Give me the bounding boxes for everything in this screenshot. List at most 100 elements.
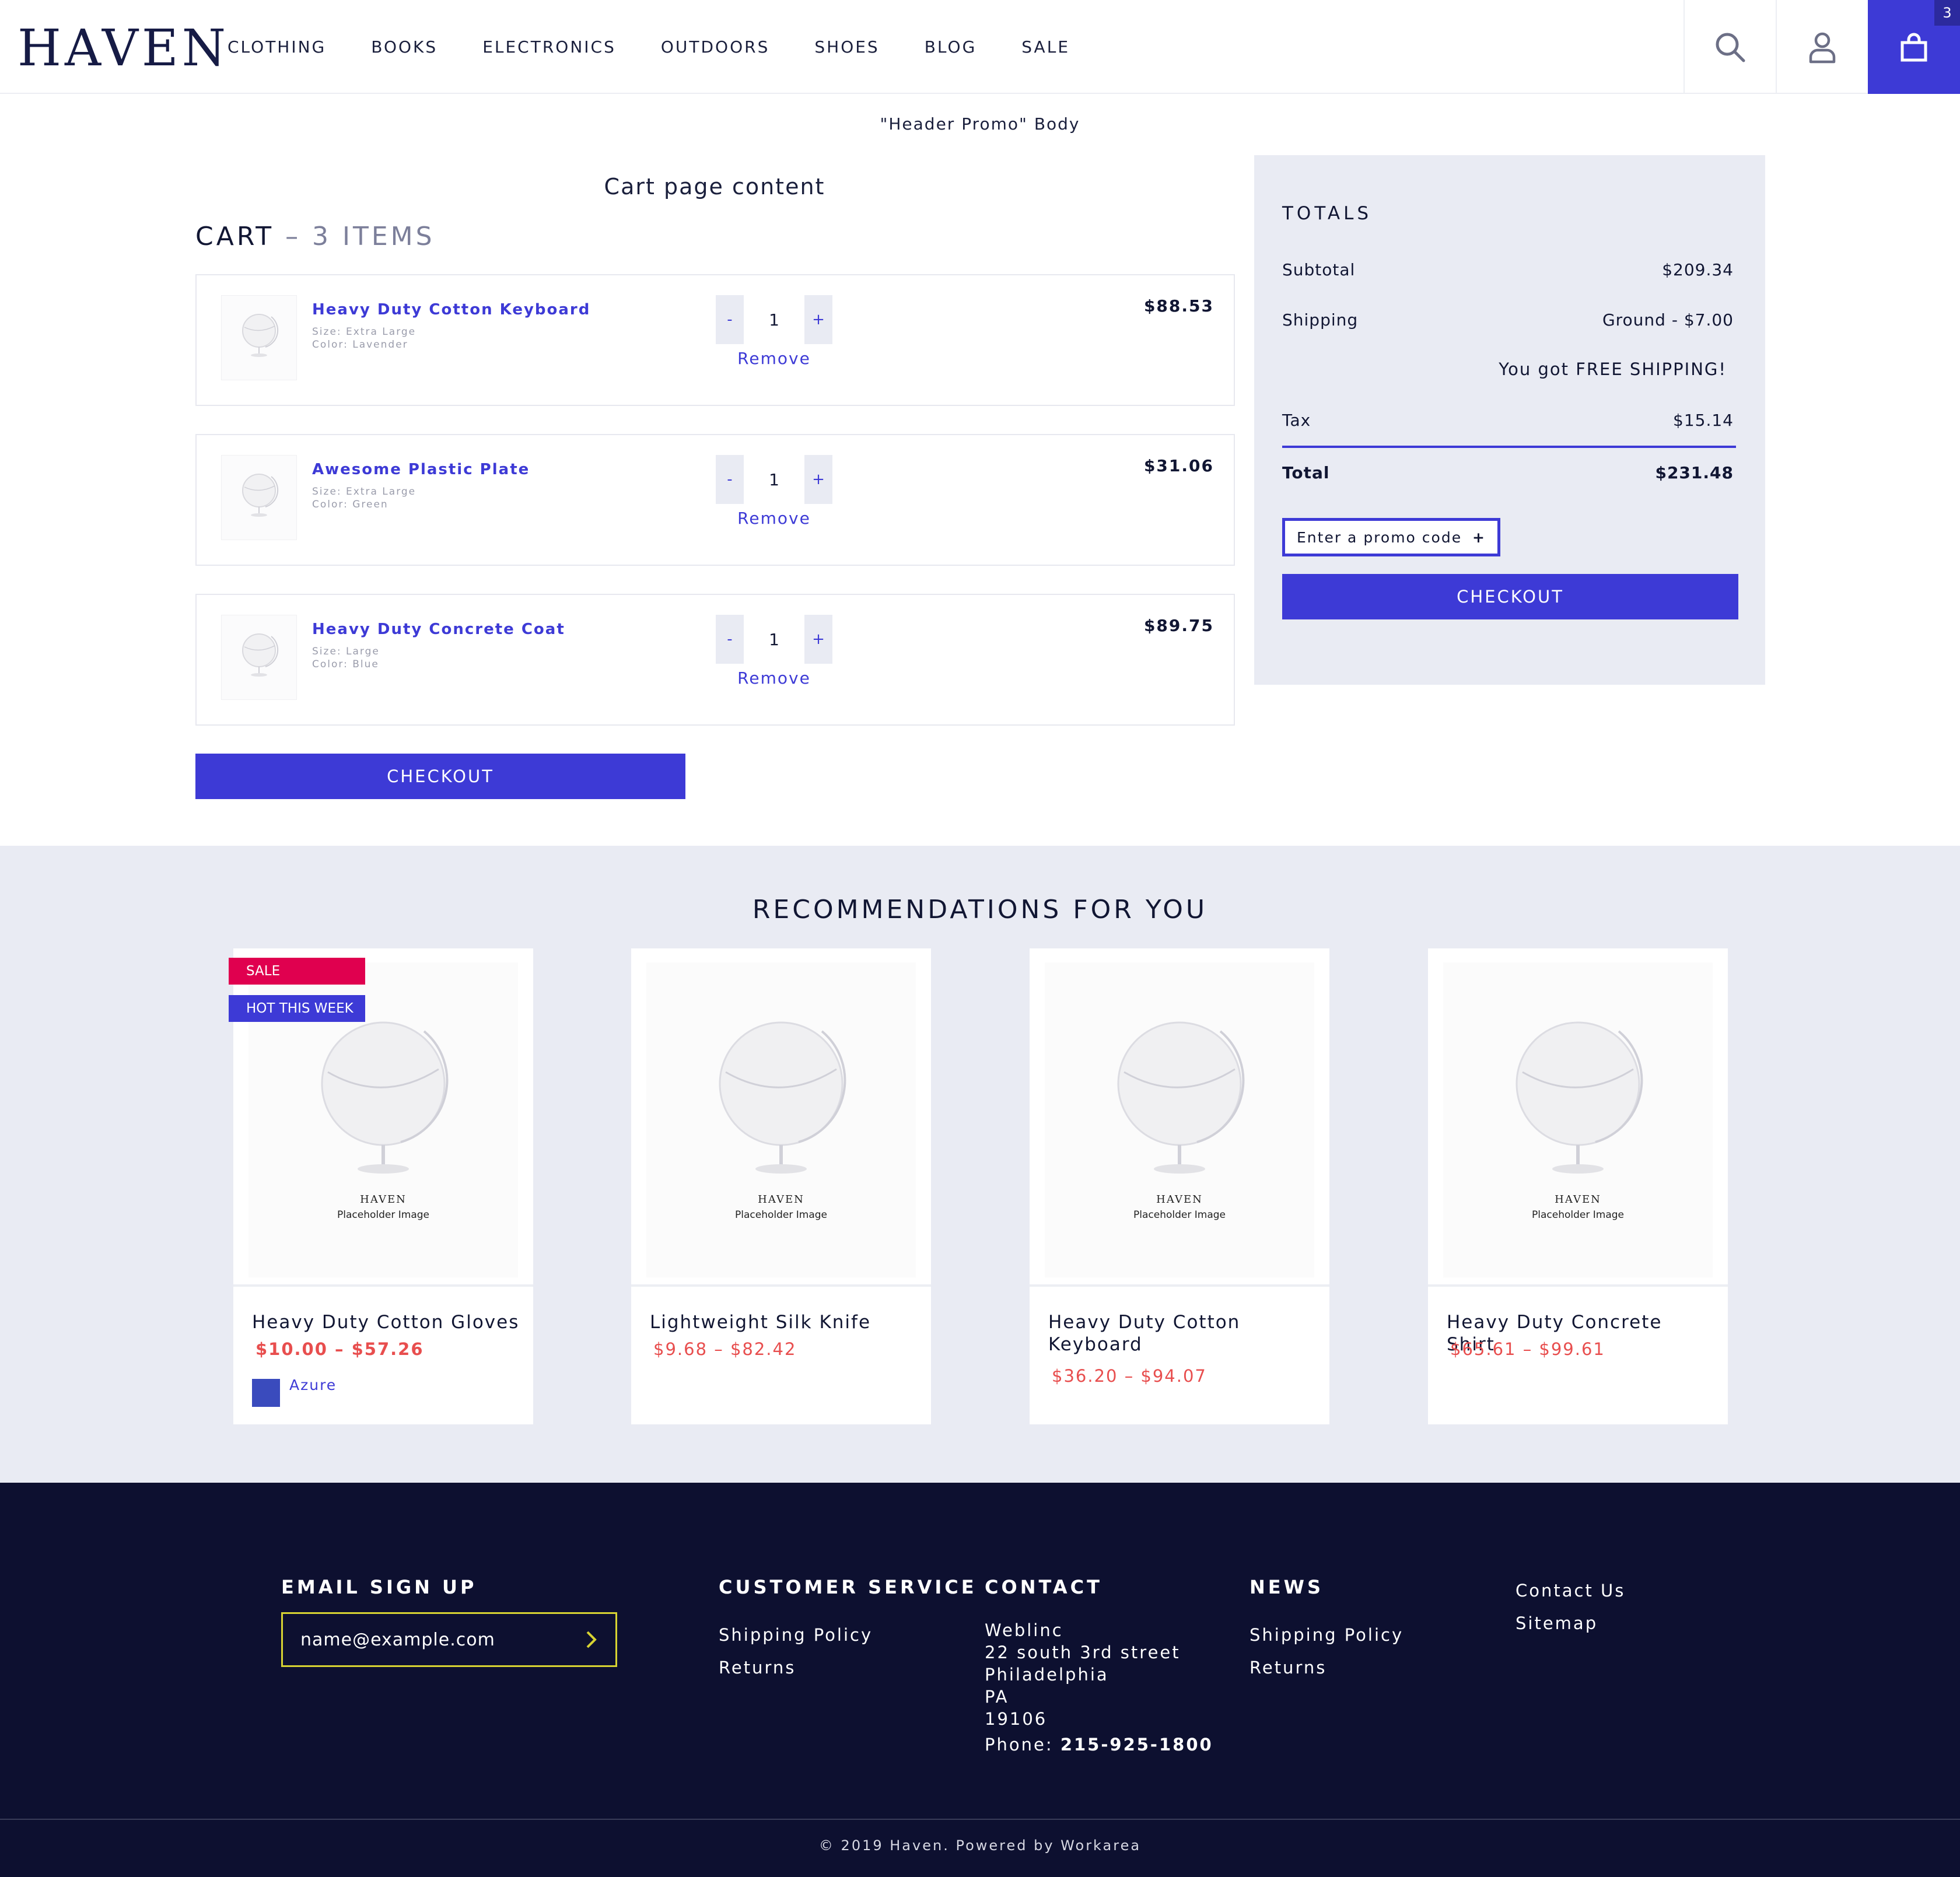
- cart-item-options: Size: Large Color: Blue: [312, 645, 380, 671]
- contact-state: PA: [985, 1687, 1009, 1707]
- placeholder-brand: HAVEN: [758, 1193, 804, 1206]
- recommendations-section: RECOMMENDATIONS FOR YOU HAVEN Placeholde…: [0, 846, 1960, 1483]
- cart-item-color: Color: Lavender: [312, 339, 408, 351]
- footer-link-sitemap[interactable]: Sitemap: [1516, 1613, 1598, 1633]
- nav-item-sale[interactable]: SALE: [1021, 37, 1070, 57]
- totals-title: TOTALS: [1282, 203, 1373, 224]
- increment-button[interactable]: +: [804, 615, 832, 664]
- increment-button[interactable]: +: [804, 295, 832, 344]
- globe-placeholder-icon: [242, 633, 279, 677]
- header-promo: "Header Promo" Body: [880, 114, 1080, 134]
- plus-icon[interactable]: +: [1472, 529, 1486, 546]
- nav-item-clothing[interactable]: CLOTHING: [228, 37, 326, 57]
- quantity-input[interactable]: 1: [744, 615, 804, 664]
- product-card[interactable]: HAVEN Placeholder Image Lightweight Silk…: [631, 948, 931, 1424]
- color-swatch-label[interactable]: Azure: [289, 1377, 337, 1393]
- cart-item-color: Color: Green: [312, 499, 388, 510]
- quantity-input[interactable]: 1: [744, 295, 804, 344]
- product-name[interactable]: Heavy Duty Cotton Keyboard: [1048, 1311, 1270, 1356]
- decrement-button[interactable]: -: [716, 455, 744, 504]
- color-swatch-azure[interactable]: [252, 1379, 280, 1407]
- shopping-bag-icon: [1901, 33, 1927, 61]
- placeholder-brand: HAVEN: [1156, 1193, 1203, 1206]
- placeholder-caption: Placeholder Image: [337, 1209, 429, 1221]
- footer-link-contact-us[interactable]: Contact Us: [1516, 1581, 1625, 1601]
- globe-placeholder-icon: [321, 1021, 449, 1174]
- cart-item-name[interactable]: Heavy Duty Cotton Keyboard: [312, 301, 590, 318]
- email-input[interactable]: name@example.com: [300, 1630, 495, 1650]
- globe-placeholder-icon: [242, 314, 279, 357]
- remove-item-link[interactable]: Remove: [716, 509, 832, 528]
- cart-count-badge: 3: [1934, 0, 1960, 26]
- cart-item-name[interactable]: Heavy Duty Concrete Coat: [312, 621, 565, 638]
- contact-city: Philadelphia: [985, 1665, 1109, 1685]
- sale-badge: SALE: [229, 958, 365, 985]
- total-value: $231.48: [1655, 463, 1734, 482]
- search-button[interactable]: [1684, 0, 1776, 94]
- quantity-input[interactable]: 1: [744, 455, 804, 504]
- user-icon: [1809, 32, 1836, 63]
- nav-item-outdoors[interactable]: OUTDOORS: [661, 37, 770, 57]
- cart-item: Heavy Duty Concrete Coat Size: Large Col…: [195, 594, 1235, 726]
- cart-item-color: Color: Blue: [312, 659, 379, 670]
- product-price: $65.61 – $99.61: [1450, 1339, 1605, 1359]
- product-card[interactable]: HAVEN Placeholder Image Heavy Duty Cotto…: [1030, 948, 1329, 1424]
- subtotal-row: Subtotal $209.34: [1282, 260, 1734, 279]
- email-signup-field[interactable]: name@example.com: [281, 1612, 617, 1667]
- cart-button[interactable]: 3: [1868, 0, 1960, 94]
- cart-item-name[interactable]: Awesome Plastic Plate: [312, 461, 530, 478]
- nav-item-blog[interactable]: BLOG: [925, 37, 977, 57]
- checkout-button[interactable]: CHECKOUT: [195, 754, 685, 799]
- nav-item-shoes[interactable]: SHOES: [814, 37, 879, 57]
- product-image[interactable]: HAVEN Placeholder Image: [646, 962, 916, 1277]
- remove-item-link[interactable]: Remove: [716, 349, 832, 368]
- quantity-stepper: - 1 +: [716, 455, 832, 504]
- site-logo[interactable]: HAVEN: [18, 22, 229, 75]
- product-name[interactable]: Lightweight Silk Knife: [650, 1311, 918, 1333]
- product-card[interactable]: HAVEN Placeholder Image Heavy Duty Concr…: [1428, 948, 1728, 1424]
- placeholder-caption: Placeholder Image: [735, 1209, 827, 1221]
- totals-checkout-button[interactable]: CHECKOUT: [1282, 574, 1738, 619]
- product-card[interactable]: HAVEN Placeholder Image SALE HOT THIS WE…: [229, 948, 533, 1424]
- phone-number[interactable]: 215-925-1800: [1060, 1735, 1213, 1755]
- product-name[interactable]: Heavy Duty Cotton Gloves: [252, 1311, 520, 1333]
- card-divider: [1030, 1284, 1329, 1287]
- footer-link-news-shipping-policy[interactable]: Shipping Policy: [1250, 1625, 1404, 1645]
- remove-item-link[interactable]: Remove: [716, 668, 832, 688]
- account-button[interactable]: [1776, 0, 1868, 94]
- promo-code-field[interactable]: Enter a promo code +: [1282, 518, 1500, 556]
- footer-link-returns[interactable]: Returns: [719, 1658, 796, 1678]
- totals-divider: [1282, 446, 1736, 448]
- chevron-right-icon[interactable]: [585, 1630, 598, 1650]
- shipping-label: Shipping: [1282, 310, 1359, 330]
- hot-this-week-badge: HOT THIS WEEK: [229, 995, 365, 1022]
- search-icon: [1716, 33, 1745, 62]
- product-price: $36.20 – $94.07: [1052, 1366, 1207, 1386]
- contact-company: Weblinc: [985, 1620, 1063, 1640]
- site-footer: EMAIL SIGN UP name@example.com CUSTOMER …: [0, 1483, 1960, 1877]
- globe-placeholder-icon: [1117, 1021, 1245, 1174]
- card-divider: [1428, 1284, 1728, 1287]
- product-thumbnail[interactable]: [221, 295, 297, 380]
- decrement-button[interactable]: -: [716, 295, 744, 344]
- placeholder-caption: Placeholder Image: [1532, 1209, 1624, 1221]
- product-image[interactable]: HAVEN Placeholder Image: [1443, 962, 1713, 1277]
- increment-button[interactable]: +: [804, 455, 832, 504]
- promo-code-placeholder: Enter a promo code: [1297, 528, 1462, 546]
- tax-row: Tax $15.14: [1282, 411, 1734, 430]
- cart-item-size: Size: Extra Large: [312, 486, 416, 498]
- product-thumbnail[interactable]: [221, 455, 297, 540]
- footer-link-shipping-policy[interactable]: Shipping Policy: [719, 1625, 873, 1645]
- product-thumbnail[interactable]: [221, 615, 297, 700]
- product-price: $10.00 – $57.26: [256, 1339, 424, 1359]
- cart-heading: CART – 3 ITEMS: [195, 222, 435, 251]
- total-label: Total: [1282, 463, 1330, 482]
- free-shipping-message: You got FREE SHIPPING!: [1499, 359, 1727, 379]
- nav-item-electronics[interactable]: ELECTRONICS: [482, 37, 616, 57]
- footer-link-news-returns[interactable]: Returns: [1250, 1658, 1326, 1678]
- card-divider: [233, 1284, 533, 1287]
- nav-item-books[interactable]: BOOKS: [371, 37, 438, 57]
- cart-item-size: Size: Large: [312, 646, 380, 657]
- decrement-button[interactable]: -: [716, 615, 744, 664]
- product-image[interactable]: HAVEN Placeholder Image: [1045, 962, 1314, 1277]
